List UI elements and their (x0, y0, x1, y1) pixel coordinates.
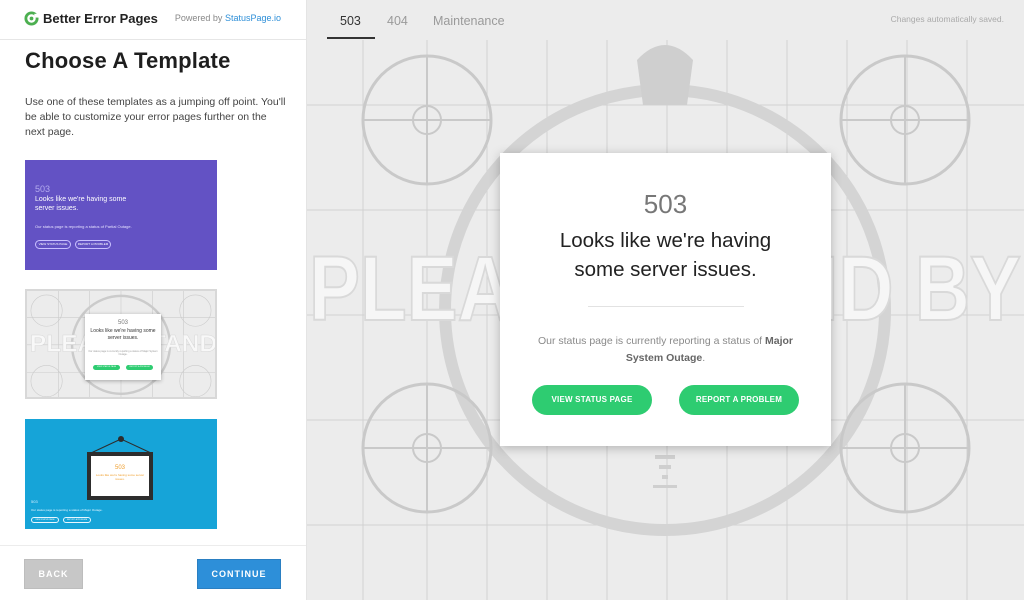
template-headline: Looks like we're having some server issu… (90, 328, 156, 341)
active-tab-indicator (327, 37, 375, 39)
brand-logo-icon (24, 11, 39, 26)
sidebar-footer: BACK CONTINUE (0, 545, 306, 600)
template-code: 503 (117, 320, 128, 326)
template-frame: 503 Looks like we're having some server … (87, 452, 153, 500)
template-blue-frame[interactable]: 503 Looks like we're having some server … (25, 419, 217, 529)
template-code-secondary: 503 (31, 499, 38, 504)
template-sidebar: Better Error Pages Powered by StatusPage… (0, 0, 307, 600)
template-test-pattern[interactable]: PLEASE STAND BY 503 Looks like we're hav… (25, 289, 217, 399)
template-message: Our status page is reporting a status of… (31, 508, 103, 512)
status-message: Our status page is currently reporting a… (537, 335, 794, 364)
error-tabs: 503 404 Maintenance Changes automaticall… (307, 0, 1024, 40)
template-headline: Looks like we're having some server issu… (35, 196, 127, 212)
template-button: VIEW STATUS PAGE (93, 365, 120, 370)
page-description: Use one of these templates as a jumping … (25, 96, 286, 138)
template-code: 503 (114, 465, 125, 471)
brand-name: Better Error Pages (43, 11, 158, 26)
template-code: 503 (35, 184, 51, 194)
powered-by: Powered by StatusPage.io (174, 13, 281, 23)
view-status-page-button[interactable]: VIEW STATUS PAGE (532, 385, 652, 415)
tab-503[interactable]: 503 (340, 14, 361, 28)
report-problem-button[interactable]: REPORT A PROBLEM (679, 385, 799, 415)
template-button: REPORT A PROBLEM (126, 365, 153, 370)
back-button[interactable]: BACK (24, 559, 83, 589)
error-code: 503 (643, 189, 688, 219)
brand-bar: Better Error Pages Powered by StatusPage… (0, 0, 306, 40)
error-headline: Looks like we're having some server issu… (559, 229, 772, 281)
card-divider (587, 306, 744, 307)
template-button: VIEW STATUS PAGE (35, 240, 71, 249)
template-headline: Looks like we're having some server issu… (95, 473, 145, 481)
error-card: 503 Looks like we're having some server … (500, 153, 831, 446)
tab-maintenance[interactable]: Maintenance (433, 14, 505, 28)
template-button: REPORT A PROBLEM (63, 517, 91, 523)
template-preview: PLEASE STAND BY 503 404 Maintenance Chan… (307, 0, 1024, 600)
template-card: 503 Looks like we're having some server … (85, 314, 161, 380)
page-title: Choose A Template (25, 48, 231, 73)
continue-button[interactable]: CONTINUE (197, 559, 281, 589)
tab-404[interactable]: 404 (387, 14, 408, 28)
template-button: VIEW STATUS PAGE (31, 517, 59, 523)
save-status: Changes automatically saved. (890, 14, 1004, 24)
template-purple[interactable]: 503 Looks like we're having some server … (25, 160, 217, 270)
template-message: Our status page is currently reporting a… (88, 350, 158, 356)
template-message: Our status page is reporting a status of… (35, 224, 132, 229)
template-button: REPORT A PROBLEM (75, 240, 111, 249)
statuspage-link[interactable]: StatusPage.io (225, 13, 281, 23)
